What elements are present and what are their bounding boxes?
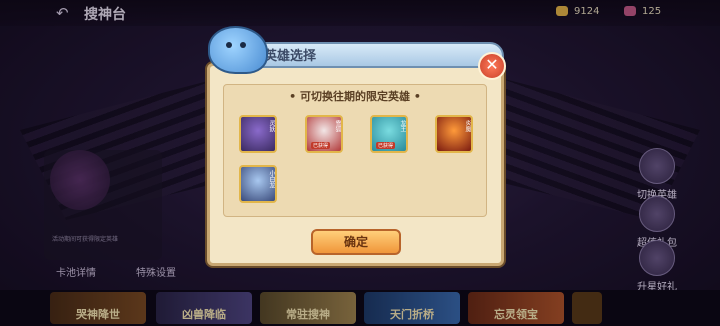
hero-name: 灵妖: [268, 120, 275, 132]
hero-card-3[interactable]: 龙王已获得: [370, 115, 408, 153]
close-button[interactable]: ✕: [478, 52, 506, 80]
hero-name: 炎魔: [464, 120, 471, 132]
hero-card-5[interactable]: 小白龙: [239, 165, 277, 203]
dragon-eye: [226, 42, 232, 48]
hero-card-1[interactable]: 灵妖: [239, 115, 277, 153]
dragon-mascot-icon: [208, 26, 268, 74]
owned-badge: 已获得: [376, 142, 396, 149]
hero-name: 雪狐: [334, 120, 341, 132]
hero-name: 小白龙: [268, 170, 275, 188]
dialog-title: 英雄选择: [264, 49, 317, 64]
owned-badge: 已获得: [311, 142, 331, 149]
dragon-eye: [240, 42, 246, 48]
dialog-subtitle: • 可切换往期的限定英雄 •: [289, 90, 421, 103]
hero-card-4[interactable]: 炎魔: [435, 115, 473, 153]
hero-name: 龙王: [399, 120, 406, 132]
confirm-button[interactable]: 确定: [311, 229, 401, 255]
hero-card-2[interactable]: 雪狐已获得: [305, 115, 343, 153]
